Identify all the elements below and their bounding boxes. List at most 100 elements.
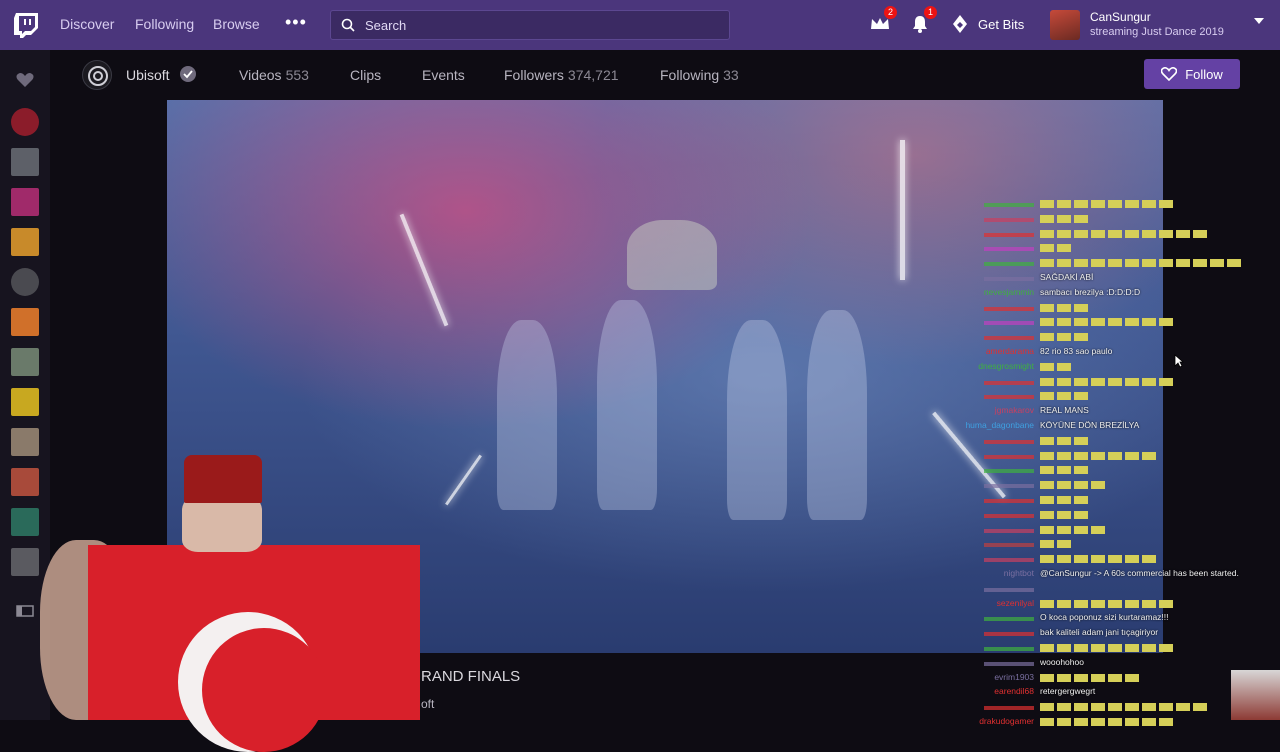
chat-message: [960, 376, 1260, 390]
tab-clips[interactable]: Clips: [350, 67, 381, 83]
user-status: streaming Just Dance 2019: [1090, 26, 1224, 38]
chat-text: KÖYÜNE DÖN BREZİLYA: [1040, 420, 1140, 430]
chevron-down-icon[interactable]: [1254, 18, 1264, 24]
bits-icon[interactable]: [949, 13, 971, 35]
chat-message: [960, 316, 1260, 330]
verified-icon: [180, 66, 196, 82]
sidebar-channel-12[interactable]: [11, 548, 39, 576]
chat-message: earendil68 retergergwegrt: [960, 686, 1260, 700]
sidebar-channel-9[interactable]: [11, 428, 39, 456]
chat-username[interactable]: [984, 439, 1034, 444]
chat-message: [960, 213, 1260, 227]
chat-username[interactable]: evrim1903: [994, 672, 1034, 682]
nav-following[interactable]: Following: [135, 16, 194, 32]
sidebar-channel-7[interactable]: [11, 348, 39, 376]
chat-username[interactable]: dnesgrosmight: [978, 361, 1034, 371]
chat-text: SAĞDAKİ ABİ: [1040, 272, 1094, 282]
chat-username[interactable]: [984, 706, 1034, 711]
emote-icon: [1040, 303, 1091, 312]
emote-icon: [1040, 200, 1176, 208]
chat-username[interactable]: jgmakarov: [995, 405, 1034, 415]
follow-label: Follow: [1185, 66, 1223, 82]
chat-username[interactable]: [984, 321, 1034, 326]
chat-username[interactable]: [984, 454, 1034, 459]
video-channel[interactable]: oft: [421, 697, 434, 711]
sidebar-channel-4[interactable]: [11, 228, 39, 256]
sidebar-channel-8[interactable]: [11, 388, 39, 416]
chat-message: [960, 524, 1260, 538]
chat-username[interactable]: nevesjammin: [984, 287, 1034, 297]
emote-icon: [1040, 244, 1074, 253]
chat-username[interactable]: [984, 217, 1034, 222]
chat-username[interactable]: [984, 232, 1034, 237]
chat-username[interactable]: [984, 306, 1034, 311]
chat-username[interactable]: [984, 587, 1034, 592]
chat-username[interactable]: [984, 395, 1034, 400]
tab-following[interactable]: Following 33: [660, 67, 739, 83]
chat-message: amerdarama 82 rio 83 sao paulo: [960, 346, 1260, 360]
chat-username[interactable]: huma_dagonbane: [965, 420, 1034, 430]
chat-username[interactable]: [984, 528, 1034, 533]
video-title[interactable]: RAND FINALS: [421, 668, 520, 685]
chat-username[interactable]: [984, 661, 1034, 666]
chat-username[interactable]: [984, 262, 1034, 267]
chat-message: jgmakarov REAL MANS: [960, 405, 1260, 419]
emote-icon: [1040, 703, 1210, 712]
chat-text: 82 rio 83 sao paulo: [1040, 346, 1113, 356]
tab-events[interactable]: Events: [422, 67, 465, 83]
chat-username[interactable]: sezenilyal: [997, 598, 1034, 608]
emote-icon: [1040, 229, 1210, 238]
sidebar-channel-2[interactable]: [11, 148, 39, 176]
user-name[interactable]: CanSungur: [1090, 10, 1151, 24]
chat-username[interactable]: [984, 543, 1034, 548]
search-icon: [341, 18, 355, 32]
channel-name[interactable]: Ubisoft: [126, 67, 170, 83]
light-beam: [445, 454, 482, 506]
follow-button[interactable]: Follow: [1144, 59, 1240, 89]
get-bits-button[interactable]: Get Bits: [978, 17, 1024, 32]
chat-username[interactable]: earendil68: [994, 686, 1034, 696]
chat-username[interactable]: [984, 469, 1034, 474]
sidebar-channel-1[interactable]: [11, 108, 39, 136]
chat-username[interactable]: drakudogamer: [979, 716, 1034, 726]
user-avatar[interactable]: [1050, 10, 1080, 40]
chat-username[interactable]: [984, 336, 1034, 341]
prime-badge: 2: [884, 6, 897, 19]
search-input[interactable]: Search: [330, 10, 730, 40]
chat-username[interactable]: [984, 499, 1034, 503]
chat-username[interactable]: [984, 484, 1034, 489]
collapse-sidebar-icon[interactable]: [16, 604, 34, 618]
emote-icon: [1040, 333, 1091, 342]
more-menu-icon[interactable]: •••: [285, 12, 307, 33]
sidebar-channel-6[interactable]: [11, 308, 39, 336]
sidebar-channel-5[interactable]: [11, 268, 39, 296]
chat-message: evrim1903: [960, 672, 1260, 686]
chat-overlay: SAĞDAKİ ABİ nevesjammin sambacı brezilya :…: [960, 198, 1260, 726]
chat-username[interactable]: [984, 277, 1034, 281]
chat-message: [960, 450, 1260, 464]
sidebar-channel-10[interactable]: [11, 468, 39, 496]
chat-text: O koca poponuz sizi kurtaramaz!!!: [1040, 612, 1169, 623]
sidebar-channel-3[interactable]: [11, 188, 39, 216]
chat-username[interactable]: [984, 558, 1034, 563]
tab-videos[interactable]: Videos 553: [239, 67, 309, 83]
chat-username[interactable]: [984, 203, 1034, 207]
emote-icon: [1040, 392, 1091, 401]
webcam-thumbnail: [1231, 670, 1280, 720]
nav-discover[interactable]: Discover: [60, 16, 114, 32]
chat-username[interactable]: [984, 647, 1034, 651]
channel-logo[interactable]: [82, 60, 112, 90]
sidebar-channel-11[interactable]: [11, 508, 39, 536]
chat-username[interactable]: [984, 632, 1034, 637]
chat-username[interactable]: [984, 617, 1034, 622]
chat-username[interactable]: nightbot: [1004, 568, 1034, 578]
chat-username[interactable]: amerdarama: [986, 346, 1034, 356]
chat-username[interactable]: [984, 513, 1034, 518]
nav-browse[interactable]: Browse: [213, 16, 260, 32]
chat-username[interactable]: [984, 380, 1034, 385]
twitch-logo-icon[interactable]: [12, 11, 40, 39]
dancer-figure: [597, 300, 657, 510]
chat-username[interactable]: [984, 247, 1034, 252]
heart-icon[interactable]: [16, 72, 34, 88]
tab-followers[interactable]: Followers 374,721: [504, 67, 619, 83]
